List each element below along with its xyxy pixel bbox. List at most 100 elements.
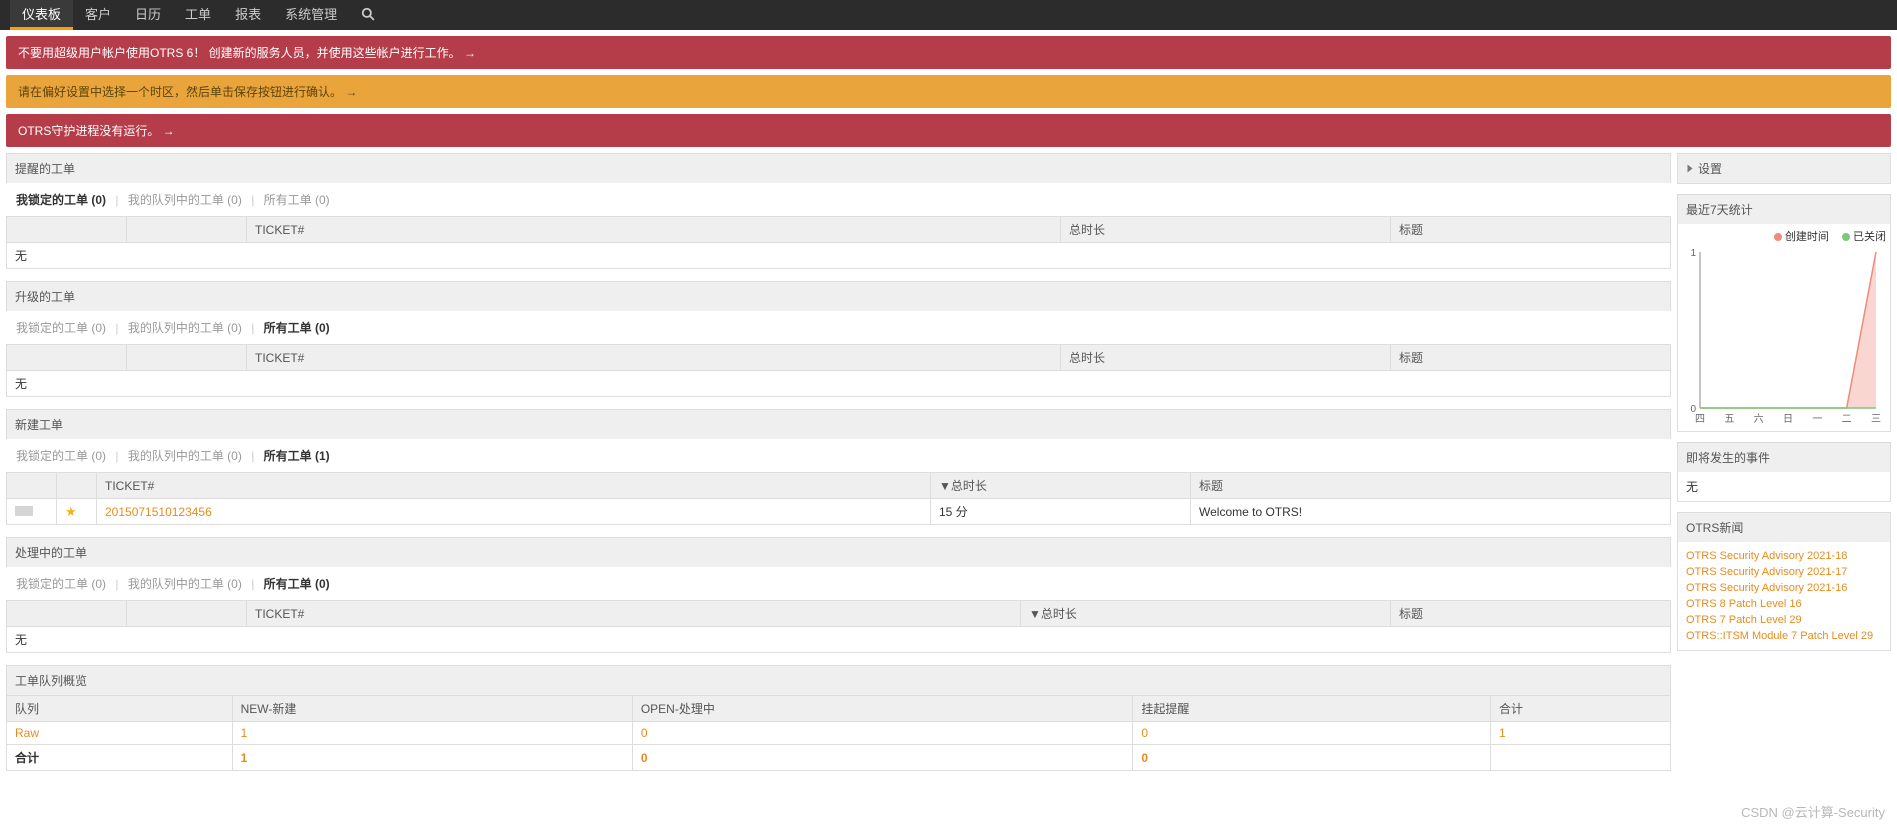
cell-star[interactable]: ★ — [57, 499, 97, 525]
svg-text:一: 一 — [1812, 414, 1822, 425]
cell-age: 15 分 — [931, 499, 1191, 525]
cell-open[interactable]: 0 — [632, 745, 1133, 771]
star-icon[interactable]: ★ — [65, 504, 77, 519]
sidebar-upcoming-title: 即将发生的事件 — [1678, 443, 1890, 472]
table-row[interactable]: Raw 1 0 0 1 — [7, 722, 1671, 745]
banner-timezone-warning[interactable]: 请在偏好设置中选择一个时区，然后单击保存按钮进行确认。 → — [6, 75, 1891, 108]
widget-open-filterbar: 我锁定的工单 (0) | 我的队列中的工单 (0) | 所有工单 (0) — [6, 567, 1671, 600]
cell-open[interactable]: 0 — [632, 722, 1133, 745]
cell-queue: 合计 — [7, 745, 233, 771]
widget-reminder: 提醒的工单 我锁定的工单 (0) | 我的队列中的工单 (0) | 所有工单 (… — [6, 153, 1671, 269]
widget-reminder-filterbar: 我锁定的工单 (0) | 我的队列中的工单 (0) | 所有工单 (0) — [6, 183, 1671, 216]
widget-queueoverview-title: 工单队列概览 — [6, 665, 1671, 695]
legend-dot-created-icon — [1774, 233, 1782, 241]
cell-new[interactable]: 1 — [232, 745, 632, 771]
sidebar-stats7: 最近7天统计 创建时间 已关闭 01四五六日一二三 — [1677, 194, 1891, 432]
legend-created: 创建时间 — [1785, 231, 1829, 243]
news-link[interactable]: OTRS Security Advisory 2021-18 — [1686, 548, 1882, 564]
nav-tab-dashboard[interactable]: 仪表板 — [10, 0, 73, 30]
svg-text:四: 四 — [1695, 414, 1705, 425]
svg-text:1: 1 — [1690, 248, 1696, 259]
filter-mylocked[interactable]: 我锁定的工单 (0) — [16, 191, 106, 208]
nav-tab-report[interactable]: 报表 — [223, 0, 273, 30]
col-subject[interactable]: 标题 — [1391, 345, 1671, 371]
filter-myqueue[interactable]: 我的队列中的工单 (0) — [128, 447, 242, 464]
filter-myqueue[interactable]: 我的队列中的工单 (0) — [128, 191, 242, 208]
news-link[interactable]: OTRS Security Advisory 2021-16 — [1686, 580, 1882, 596]
nav-tab-calendar[interactable]: 日历 — [123, 0, 173, 30]
col-ticketnum[interactable]: TICKET# — [247, 601, 1021, 627]
table-row[interactable]: ★ 2015071510123456 15 分 Welcome to OTRS! — [7, 499, 1671, 525]
cell-flag[interactable] — [7, 499, 57, 525]
col-age[interactable]: 总时长 — [1061, 345, 1391, 371]
cell-total[interactable]: 1 — [1491, 722, 1671, 745]
widget-escalated-title: 升级的工单 — [6, 281, 1671, 311]
table-row-none: 无 — [7, 627, 1671, 653]
news-link[interactable]: OTRS Security Advisory 2021-17 — [1686, 564, 1882, 580]
widget-newticket-filterbar: 我锁定的工单 (0) | 我的队列中的工单 (0) | 所有工单 (1) — [6, 439, 1671, 472]
top-nav: 仪表板 客户 日历 工单 报表 系统管理 — [0, 0, 1897, 30]
banner-daemon-warning[interactable]: OTRS守护进程没有运行。 → — [6, 114, 1891, 147]
col-blank1[interactable] — [7, 217, 127, 243]
search-icon[interactable] — [349, 7, 387, 24]
filter-myqueue[interactable]: 我的队列中的工单 (0) — [128, 575, 242, 592]
filter-all[interactable]: 所有工单 (0) — [264, 191, 330, 208]
filter-all[interactable]: 所有工单 (0) — [264, 575, 330, 592]
col-queue[interactable]: 队列 — [7, 696, 233, 722]
col-age[interactable]: 总时长 — [1061, 217, 1391, 243]
legend-closed: 已关闭 — [1853, 231, 1886, 243]
flag-icon[interactable] — [15, 506, 33, 516]
open-table: TICKET# ▼总时长 标题 无 — [6, 600, 1671, 653]
widget-newticket: 新建工单 我锁定的工单 (0) | 我的队列中的工单 (0) | 所有工单 (1… — [6, 409, 1671, 525]
svg-text:三: 三 — [1871, 414, 1881, 425]
filter-mylocked[interactable]: 我锁定的工单 (0) — [16, 447, 106, 464]
widget-escalated: 升级的工单 我锁定的工单 (0) | 我的队列中的工单 (0) | 所有工单 (… — [6, 281, 1671, 397]
svg-text:日: 日 — [1783, 414, 1793, 425]
filter-mylocked[interactable]: 我锁定的工单 (0) — [16, 319, 106, 336]
sidebar-settings-toggle[interactable]: 设置 — [1678, 154, 1890, 183]
cell-pending[interactable]: 0 — [1133, 722, 1491, 745]
col-subject[interactable]: 标题 — [1391, 217, 1671, 243]
sidebar-upcoming-none: 无 — [1678, 472, 1890, 501]
cell-queue[interactable]: Raw — [7, 722, 233, 745]
nav-tab-ticket[interactable]: 工单 — [173, 0, 223, 30]
svg-text:二: 二 — [1842, 414, 1852, 425]
col-ticketnum[interactable]: TICKET# — [247, 345, 1061, 371]
col-subject[interactable]: 标题 — [1391, 601, 1671, 627]
filter-all[interactable]: 所有工单 (0) — [264, 319, 330, 336]
widget-open: 处理中的工单 我锁定的工单 (0) | 我的队列中的工单 (0) | 所有工单 … — [6, 537, 1671, 653]
news-list: OTRS Security Advisory 2021-18 OTRS Secu… — [1678, 542, 1890, 650]
col-ticketnum[interactable]: TICKET# — [97, 473, 931, 499]
news-link[interactable]: OTRS 8 Patch Level 16 — [1686, 596, 1882, 612]
sidebar-stats7-title: 最近7天统计 — [1678, 195, 1890, 224]
sidebar-upcoming: 即将发生的事件 无 — [1677, 442, 1891, 502]
nav-tab-customer[interactable]: 客户 — [73, 0, 123, 30]
col-ticketnum[interactable]: TICKET# — [247, 217, 1061, 243]
col-pending[interactable]: 挂起提醒 — [1133, 696, 1491, 722]
filter-all[interactable]: 所有工单 (1) — [264, 447, 330, 464]
sidebar-news: OTRS新闻 OTRS Security Advisory 2021-18 OT… — [1677, 512, 1891, 651]
escalated-table: TICKET# 总时长 标题 无 — [6, 344, 1671, 397]
col-age[interactable]: ▼总时长 — [1021, 601, 1391, 627]
news-link[interactable]: OTRS 7 Patch Level 29 — [1686, 612, 1882, 628]
col-blank2[interactable] — [127, 217, 247, 243]
news-link[interactable]: OTRS::ITSM Module 7 Patch Level 29 — [1686, 628, 1882, 644]
filter-mylocked[interactable]: 我锁定的工单 (0) — [16, 575, 106, 592]
cell-new[interactable]: 1 — [232, 722, 632, 745]
widget-escalated-filterbar: 我锁定的工单 (0) | 我的队列中的工单 (0) | 所有工单 (0) — [6, 311, 1671, 344]
col-age[interactable]: ▼总时长 — [931, 473, 1191, 499]
banner-superuser-warning[interactable]: 不要用超级用户帐户使用OTRS 6！ 创建新的服务人员，并使用这些帐户进行工作。… — [6, 36, 1891, 69]
sidebar-settings: 设置 — [1677, 153, 1891, 184]
widget-open-title: 处理中的工单 — [6, 537, 1671, 567]
col-open[interactable]: OPEN-处理中 — [632, 696, 1133, 722]
filter-myqueue[interactable]: 我的队列中的工单 (0) — [128, 319, 242, 336]
cell-ticketnum[interactable]: 2015071510123456 — [97, 499, 931, 525]
nav-tab-admin[interactable]: 系统管理 — [273, 0, 349, 30]
stats7-chart: 01四五六日一二三 — [1682, 246, 1882, 426]
cell-pending[interactable]: 0 — [1133, 745, 1491, 771]
table-row-total: 合计 1 0 0 — [7, 745, 1671, 771]
col-total[interactable]: 合计 — [1491, 696, 1671, 722]
col-subject[interactable]: 标题 — [1191, 473, 1671, 499]
col-new[interactable]: NEW-新建 — [232, 696, 632, 722]
cell-total — [1491, 745, 1671, 771]
